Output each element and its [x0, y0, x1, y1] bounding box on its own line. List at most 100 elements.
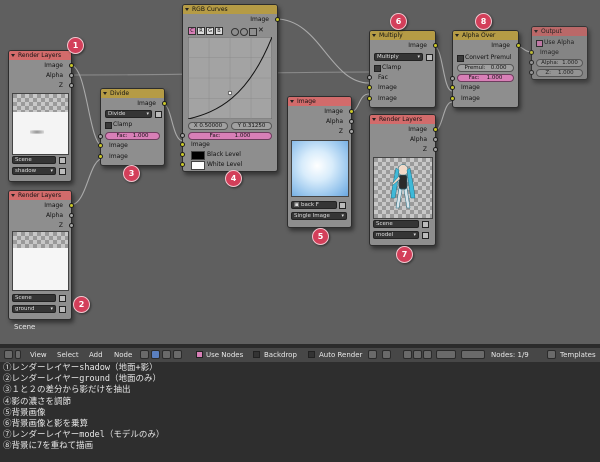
- clamp-checkbox[interactable]: [105, 122, 112, 129]
- convert-premul-checkbox[interactable]: [457, 55, 464, 62]
- clamp-checkbox[interactable]: [374, 65, 381, 72]
- channel-tab-g[interactable]: G: [206, 27, 214, 35]
- output-image-socket[interactable]: [516, 43, 521, 48]
- use-alpha-icon[interactable]: [155, 111, 162, 118]
- scene-selector[interactable]: Scene: [12, 156, 56, 164]
- scene-selector[interactable]: Scene: [12, 294, 56, 302]
- layer-dropdown[interactable]: ground ▾: [12, 305, 56, 313]
- output-image-socket[interactable]: [349, 109, 354, 114]
- node-header[interactable]: Render Layers: [370, 115, 435, 124]
- input-fac-socket[interactable]: [98, 134, 103, 139]
- input-image-socket[interactable]: [529, 50, 534, 55]
- node-header[interactable]: Image: [288, 97, 351, 106]
- use-nodes-checkbox[interactable]: [196, 351, 203, 358]
- texture-nodes-icon[interactable]: [162, 350, 171, 359]
- output-image-socket[interactable]: [433, 43, 438, 48]
- pin-icon[interactable]: [423, 350, 432, 359]
- layer-dropdown[interactable]: shadow ▾: [12, 167, 56, 175]
- channel-tab-c[interactable]: C: [188, 27, 196, 35]
- output-z-socket[interactable]: [349, 129, 354, 134]
- input-fac-socket[interactable]: [180, 133, 185, 138]
- multiply-node[interactable]: Multiply Image Multiply ▾ Clamp Fac Image…: [367, 30, 438, 108]
- input-alpha-socket[interactable]: [529, 60, 534, 65]
- node-header[interactable]: Alpha Over: [453, 31, 518, 40]
- input-image1-socket[interactable]: [98, 143, 103, 148]
- black-level-swatch[interactable]: [191, 151, 205, 160]
- use-alpha-checkbox[interactable]: [536, 40, 543, 47]
- fac-field[interactable]: Fac: 1.000: [457, 74, 514, 82]
- output-image-socket[interactable]: [275, 17, 280, 22]
- white-level-swatch[interactable]: [191, 161, 205, 170]
- output-node[interactable]: Output Use Alpha Image Alpha: 1.000 Z: 1…: [529, 26, 588, 80]
- render-layer-icon[interactable]: [59, 168, 66, 175]
- output-image-socket[interactable]: [69, 203, 74, 208]
- open-image-icon[interactable]: [339, 202, 346, 209]
- output-image-socket[interactable]: [69, 63, 74, 68]
- image-datablock-selector[interactable]: ▣ back F: [291, 201, 337, 209]
- alpha-field[interactable]: Alpha: 1.000: [536, 59, 583, 67]
- output-alpha-socket[interactable]: [349, 119, 354, 124]
- header-toggle-icon[interactable]: [15, 350, 21, 359]
- input-image2-socket[interactable]: [450, 96, 455, 101]
- curve-graph[interactable]: [188, 37, 272, 119]
- backdrop-checkbox[interactable]: [253, 351, 260, 358]
- curve-x-field[interactable]: X 0.50000: [188, 122, 228, 130]
- input-z-socket[interactable]: [529, 70, 534, 75]
- node-header[interactable]: Divide: [101, 89, 164, 98]
- render-layers-ground-node[interactable]: Render Layers Image Alpha Z Scene ground…: [8, 190, 74, 320]
- output-z-socket[interactable]: [433, 147, 438, 152]
- render-layers-shadow-node[interactable]: Render Layers Image Alpha Z Scene shadow…: [8, 50, 74, 182]
- alpha-over-node[interactable]: Alpha Over Image Convert Premul Premul: …: [450, 30, 521, 108]
- menu-select[interactable]: Select: [57, 348, 79, 362]
- node-header[interactable]: RGB Curves: [183, 5, 277, 14]
- output-alpha-socket[interactable]: [433, 137, 438, 142]
- menu-view[interactable]: View: [30, 348, 47, 362]
- node-header[interactable]: Multiply: [370, 31, 435, 40]
- menu-add[interactable]: Add: [89, 348, 103, 362]
- output-image-socket[interactable]: [162, 101, 167, 106]
- output-alpha-socket[interactable]: [69, 73, 74, 78]
- templates-menu[interactable]: Templates: [560, 348, 596, 362]
- divide-node[interactable]: Divide Image Divide ▾ Clamp Fac: 1.000 Im…: [98, 88, 167, 166]
- shader-nodes-icon[interactable]: [140, 350, 149, 359]
- image-source-dropdown[interactable]: Single Image ▾: [291, 212, 347, 220]
- render-layer-icon[interactable]: [59, 306, 66, 313]
- blend-mode-dropdown[interactable]: Divide ▾: [105, 110, 152, 118]
- output-alpha-socket[interactable]: [69, 213, 74, 218]
- fac-field[interactable]: Fac: 1.000: [188, 132, 272, 140]
- node-header[interactable]: Render Layers: [9, 191, 71, 200]
- input-image2-socket[interactable]: [98, 154, 103, 159]
- input-image1-socket[interactable]: [450, 85, 455, 90]
- render-layers-model-node[interactable]: Render Layers Image Alpha Z Scene model …: [369, 114, 438, 246]
- layers-toggle-icon[interactable]: [461, 350, 485, 359]
- channel-tab-b[interactable]: B: [215, 27, 223, 35]
- scene-browse-icon[interactable]: [59, 295, 66, 302]
- copy-nodes-icon[interactable]: [403, 350, 412, 359]
- rgb-curves-node[interactable]: RGB Curves Image C R G B ✕ X 0.50000 Y 0…: [180, 4, 280, 172]
- scene-browse-icon[interactable]: [59, 157, 66, 164]
- output-z-socket[interactable]: [69, 223, 74, 228]
- curve-y-field[interactable]: Y 0.31250: [231, 122, 272, 130]
- fac-field[interactable]: Fac: 1.000: [105, 132, 160, 140]
- zoom-out-icon[interactable]: [240, 28, 248, 36]
- render-icon[interactable]: [173, 350, 182, 359]
- output-image-socket[interactable]: [433, 127, 438, 132]
- paste-nodes-icon[interactable]: [413, 350, 422, 359]
- layer-dropdown[interactable]: model ▾: [373, 231, 419, 239]
- node-header[interactable]: Render Layers: [9, 51, 71, 60]
- node-header[interactable]: Output: [532, 27, 587, 36]
- scene-selector[interactable]: Scene: [373, 220, 419, 228]
- auto-render-checkbox[interactable]: [308, 351, 315, 358]
- editor-type-icon[interactable]: [4, 350, 13, 359]
- menu-node[interactable]: Node: [114, 348, 132, 362]
- render-layer-icon[interactable]: [422, 232, 429, 239]
- use-alpha-icon[interactable]: [426, 54, 433, 61]
- premul-field[interactable]: Premul: 0.000: [457, 64, 514, 72]
- snap-target-icon[interactable]: [382, 350, 391, 359]
- output-z-socket[interactable]: [69, 83, 74, 88]
- compositing-nodes-icon[interactable]: [151, 350, 160, 359]
- curve-tools-icon[interactable]: [249, 28, 257, 36]
- node-editor-canvas[interactable]: Render Layers Image Alpha Z Scene shadow…: [0, 0, 600, 344]
- input-image-socket[interactable]: [180, 142, 185, 147]
- zoom-in-icon[interactable]: [231, 28, 239, 36]
